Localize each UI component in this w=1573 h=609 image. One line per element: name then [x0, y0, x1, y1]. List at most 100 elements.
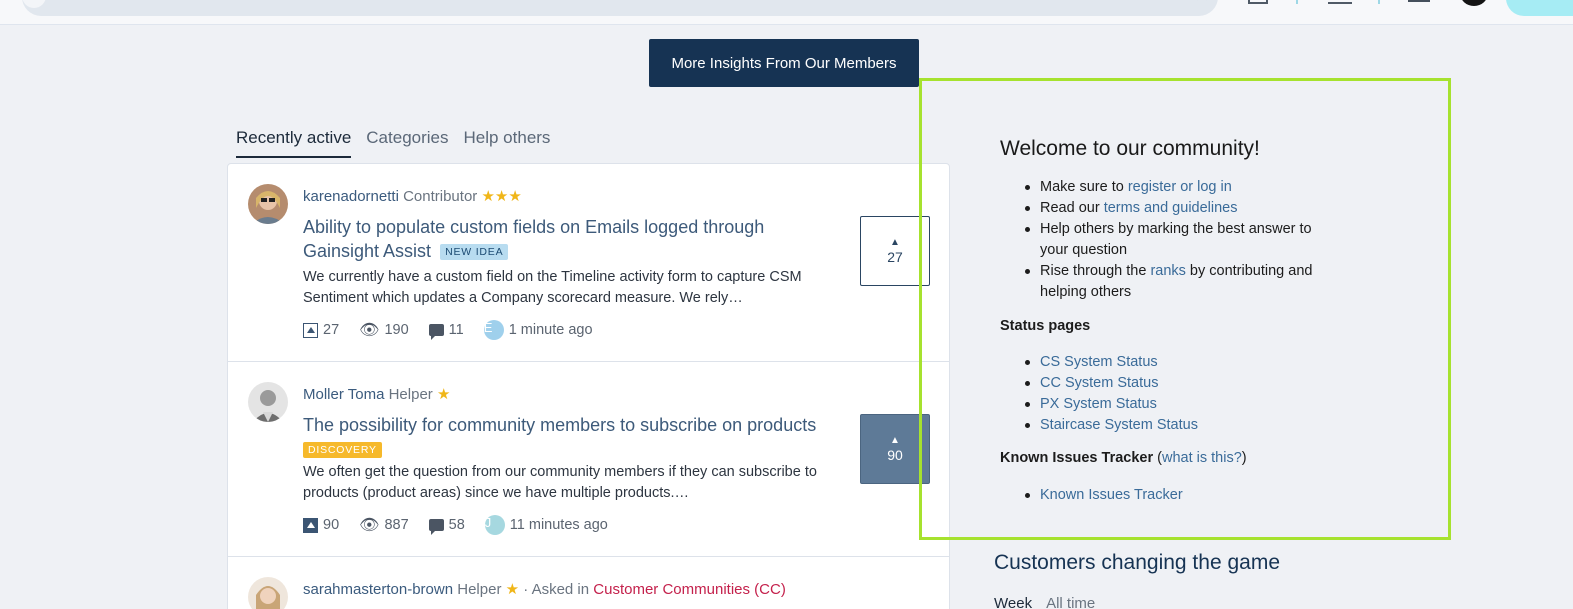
welcome-item: Rise through the ranks by contributing a… — [1000, 261, 1330, 303]
last-activity-time[interactable]: 11 minutes ago — [510, 517, 608, 533]
register-login-link[interactable]: register or log in — [1128, 179, 1232, 195]
eye-icon: 👁 — [359, 322, 380, 339]
known-issues-heading-text: Known Issues Tracker — [1000, 450, 1154, 466]
tab-categories[interactable]: Categories — [366, 128, 448, 158]
avatar[interactable] — [248, 382, 288, 422]
status-item: CS System Status — [1000, 352, 1330, 373]
post-stats: 90 👁 887 58 J 11 minutes ago — [303, 515, 628, 535]
comment-icon — [428, 519, 444, 535]
known-issues-heading: Known Issues Tracker (what is this?) — [1000, 450, 1247, 466]
known-issues-list: Known Issues Tracker — [1000, 485, 1330, 506]
rank-stars-icon: ★ — [436, 386, 451, 403]
post-excerpt: We currently have a custom field on the … — [303, 269, 802, 306]
status-item: Staircase System Status — [1000, 415, 1330, 436]
status-pages-list: CS System Status CC System Status PX Sys… — [1000, 352, 1330, 436]
welcome-title: Welcome to our community! — [1000, 137, 1260, 160]
avatar[interactable] — [248, 184, 288, 224]
customers-tabs: Week All time — [994, 595, 1095, 609]
vote-count: 27 — [323, 322, 340, 338]
vote-icon — [303, 322, 318, 338]
what-is-this-link[interactable]: what is this? — [1162, 450, 1242, 466]
user-avatar[interactable] — [1460, 0, 1488, 6]
post-excerpt: We often get the question from our commu… — [303, 464, 817, 501]
username-link[interactable]: Moller Toma — [303, 386, 384, 403]
welcome-item-text: Read our — [1040, 200, 1104, 216]
status-item: PX System Status — [1000, 394, 1330, 415]
status-badge: NEW IDEA — [440, 244, 509, 260]
welcome-list: Make sure to register or log in Read our… — [1000, 177, 1330, 303]
upvote-count: 90 — [887, 447, 903, 463]
welcome-item-text: Rise through the — [1040, 263, 1151, 279]
user-rank: Contributor — [403, 188, 478, 205]
vote-count: 90 — [323, 517, 340, 533]
known-issues-tracker-link[interactable]: Known Issues Tracker — [1040, 487, 1183, 503]
comment-icon — [428, 324, 444, 340]
upvote-count: 27 — [887, 249, 903, 265]
topic-feed: karenadornetti Contributor ★★★ Ability t… — [227, 163, 950, 609]
username-link[interactable]: karenadornetti — [303, 188, 399, 205]
welcome-widget: Welcome to our community! Make sure to r… — [919, 78, 1451, 540]
header-cta-button[interactable] — [1506, 0, 1573, 16]
known-issues-item: Known Issues Tracker — [1000, 485, 1330, 506]
user-rank: Helper — [388, 386, 433, 403]
list-item[interactable]: karenadornetti Contributor ★★★ Ability t… — [228, 164, 949, 362]
search-bar[interactable]: ⌕ ☆ — [22, 0, 1218, 16]
avatar[interactable] — [248, 577, 288, 609]
list-item[interactable]: Moller Toma Helper ★ The possibility for… — [228, 362, 949, 557]
post-meta: Moller Toma Helper ★ — [303, 385, 450, 403]
px-status-link[interactable]: PX System Status — [1040, 396, 1157, 412]
welcome-item-text: Make sure to — [1040, 179, 1128, 195]
post-title[interactable]: Ability to populate custom fields on Ema… — [303, 215, 833, 263]
post-title-text[interactable]: The possibility for community members to… — [303, 415, 816, 435]
post-title-text[interactable]: Ability to populate custom fields on Ema… — [303, 217, 764, 261]
status-item: CC System Status — [1000, 373, 1330, 394]
paren-close: ) — [1241, 450, 1247, 466]
comment-count: 58 — [448, 517, 465, 533]
vote-icon — [303, 517, 318, 533]
search-avatar-icon — [22, 0, 46, 8]
staircase-status-link[interactable]: Staircase System Status — [1040, 417, 1198, 433]
tab-week[interactable]: Week — [994, 595, 1032, 609]
comment-count: 11 — [448, 322, 464, 338]
notifications-icon[interactable] — [1408, 0, 1430, 2]
ranks-link[interactable]: ranks — [1150, 263, 1185, 279]
tab-all-time[interactable]: All time — [1046, 595, 1095, 609]
inbox-icon[interactable] — [1248, 0, 1268, 4]
post-meta: karenadornetti Contributor ★★★ — [303, 187, 522, 205]
top-bar: ⌕ ☆ — [0, 0, 1573, 25]
tab-recently-active[interactable]: Recently active — [236, 128, 352, 158]
paren-open: ( — [1153, 450, 1162, 466]
status-pages-heading: Status pages — [1000, 318, 1091, 334]
welcome-item: Read our terms and guidelines — [1000, 198, 1330, 219]
last-reply-avatar[interactable]: E — [483, 320, 504, 340]
status-badge: DISCOVERY — [303, 442, 382, 458]
divider-icon — [1378, 0, 1380, 4]
eye-icon: 👁 — [359, 517, 380, 534]
user-rank: Helper — [457, 581, 502, 598]
terms-guidelines-link[interactable]: terms and guidelines — [1104, 200, 1238, 216]
asked-in-label: · Asked in — [523, 581, 590, 598]
last-reply-avatar[interactable]: J — [484, 515, 505, 535]
star-icon[interactable]: ☆ — [1194, 0, 1210, 5]
welcome-item: Make sure to register or log in — [1000, 177, 1330, 198]
divider-icon — [1296, 0, 1298, 4]
upvote-arrow-icon: ▲ — [890, 237, 900, 248]
category-link[interactable]: Customer Communities (CC) — [593, 581, 786, 598]
cs-status-link[interactable]: CS System Status — [1040, 354, 1158, 370]
cc-status-link[interactable]: CC System Status — [1040, 375, 1158, 391]
view-count: 190 — [384, 322, 409, 338]
last-activity-time[interactable]: 1 minute ago — [509, 322, 593, 338]
post-title[interactable]: The possibility for community members to… — [303, 413, 843, 461]
search-people-icon[interactable] — [1328, 0, 1352, 4]
list-item[interactable]: sarahmasterton-brown Helper ★ · Asked in… — [228, 557, 949, 609]
post-stats: 27 👁 190 11 E 1 minute ago — [303, 320, 613, 340]
welcome-item: Help others by marking the best answer t… — [1000, 219, 1330, 261]
tab-help-others[interactable]: Help others — [464, 128, 551, 158]
customers-heading: Customers changing the game — [994, 551, 1280, 574]
rank-stars-icon: ★ — [505, 581, 520, 598]
more-insights-button[interactable]: More Insights From Our Members — [649, 39, 919, 87]
feed-tabs: Recently active Categories Help others — [236, 128, 550, 158]
welcome-item-text: Help others by marking the best answer t… — [1040, 221, 1312, 258]
username-link[interactable]: sarahmasterton-brown — [303, 581, 453, 598]
rank-stars-icon: ★★★ — [481, 188, 522, 205]
